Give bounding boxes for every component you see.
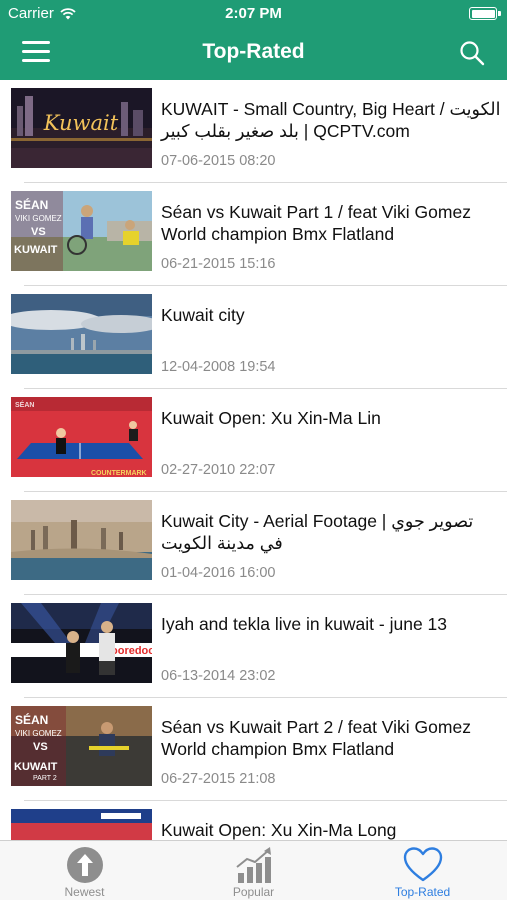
video-date: 06-21-2015 15:16 xyxy=(161,256,276,272)
video-title: Iyah and tekla live in kuwait - june 13 xyxy=(161,614,447,634)
video-date: 01-04-2016 16:00 xyxy=(161,565,276,581)
thumbnail-text-vs: VS xyxy=(33,741,48,753)
video-list-item[interactable]: ooredoo Iyah and tekla live in kuwait - … xyxy=(0,595,507,698)
tab-top-rated[interactable]: Top-Rated xyxy=(338,841,507,900)
video-list[interactable]: Kuwait KUWAIT - Small Country, Big Heart… xyxy=(0,80,507,840)
video-list-item[interactable]: SÉAN VIKI GOMEZ VS KUWAIT Séan vs Kuwait… xyxy=(0,183,507,286)
video-thumbnail xyxy=(11,294,152,374)
thumbnail-text-viki: VIKI GOMEZ xyxy=(15,214,62,223)
thumbnail-text-vs: VS xyxy=(31,226,46,238)
thumbnail-sponsor-text: COUNTERMARK xyxy=(91,470,147,477)
status-time: 2:07 PM xyxy=(225,5,282,22)
navigation-bar: Top-Rated xyxy=(0,28,507,80)
thumbnail-text-kuwait: KUWAIT xyxy=(14,761,58,773)
bar-chart-trend-icon xyxy=(235,847,271,883)
thumbnail-score-text: SÉAN xyxy=(15,400,34,409)
tab-popular-label: Popular xyxy=(232,885,275,899)
status-bar: Carrier 2:07 PM xyxy=(0,0,507,28)
video-title: Séan vs Kuwait Part 1 / feat Viki Gomez … xyxy=(161,202,471,244)
thumbnail-text-sean: SÉAN xyxy=(15,712,48,727)
arrow-up-circle-icon xyxy=(66,847,103,883)
video-title: Kuwait City - Aerial Footage | تصوير جوي… xyxy=(161,511,474,553)
tab-popular[interactable]: Popular xyxy=(169,841,338,900)
video-list-item[interactable]: Kuwait city 12-04-2008 19:54 xyxy=(0,286,507,389)
video-title: Séan vs Kuwait Part 2 / feat Viki Gomez … xyxy=(161,717,471,759)
video-title: Kuwait Open: Xu Xin-Ma Lin xyxy=(161,408,381,428)
video-thumbnail: SÉAN VIKI GOMEZ VS KUWAIT xyxy=(11,191,152,271)
video-thumbnail: ooredoo xyxy=(11,603,152,683)
tab-newest[interactable]: Newest xyxy=(0,841,169,900)
video-date: 06-27-2015 21:08 xyxy=(161,771,276,787)
video-date: 12-04-2008 19:54 xyxy=(161,359,276,375)
thumbnail-sponsor-text: ooredoo xyxy=(111,645,152,657)
tab-top-rated-label: Top-Rated xyxy=(394,885,451,899)
thumbnail-text-kuwait: KUWAIT xyxy=(14,244,58,256)
page-title: Top-Rated xyxy=(202,40,305,63)
thumbnail-text-viki: VIKI GOMEZ xyxy=(15,729,62,738)
thumbnail-text-part2: PART 2 xyxy=(33,775,57,782)
video-thumbnail xyxy=(11,809,152,840)
video-list-item[interactable]: Kuwait KUWAIT - Small Country, Big Heart… xyxy=(0,80,507,183)
video-list-item[interactable]: SÉAN VIKI GOMEZ VS KUWAIT PART 2 Séan vs… xyxy=(0,698,507,801)
video-title: Kuwait city xyxy=(161,305,245,325)
hamburger-menu-icon[interactable] xyxy=(22,41,50,65)
tab-newest-label: Newest xyxy=(64,885,105,899)
video-list-item[interactable]: Kuwait Open: Xu Xin-Ma Long xyxy=(0,801,507,840)
thumbnail-text-sean: SÉAN xyxy=(15,197,48,212)
video-thumbnail: SÉAN COUNTERMARK xyxy=(11,397,152,477)
video-date: 07-06-2015 08:20 xyxy=(161,153,276,169)
thumbnail-logo-text: Kuwait xyxy=(43,111,119,135)
heart-icon xyxy=(403,847,442,882)
battery-icon xyxy=(469,7,501,20)
video-date: 06-13-2014 23:02 xyxy=(161,668,276,684)
search-icon[interactable] xyxy=(459,40,485,66)
video-title: KUWAIT - Small Country, Big Heart / الكو… xyxy=(161,99,501,141)
video-thumbnail: Kuwait xyxy=(11,88,152,168)
video-list-item[interactable]: Kuwait City - Aerial Footage | تصوير جوي… xyxy=(0,492,507,595)
video-title: Kuwait Open: Xu Xin-Ma Long xyxy=(161,820,397,840)
video-thumbnail: SÉAN VIKI GOMEZ VS KUWAIT PART 2 xyxy=(11,706,152,786)
video-date: 02-27-2010 22:07 xyxy=(161,462,276,478)
tab-bar: Newest Popular Top-Rated xyxy=(0,840,507,900)
video-thumbnail xyxy=(11,500,152,580)
video-list-item[interactable]: SÉAN COUNTERMARK Kuwait Open: Xu Xin-Ma … xyxy=(0,389,507,492)
